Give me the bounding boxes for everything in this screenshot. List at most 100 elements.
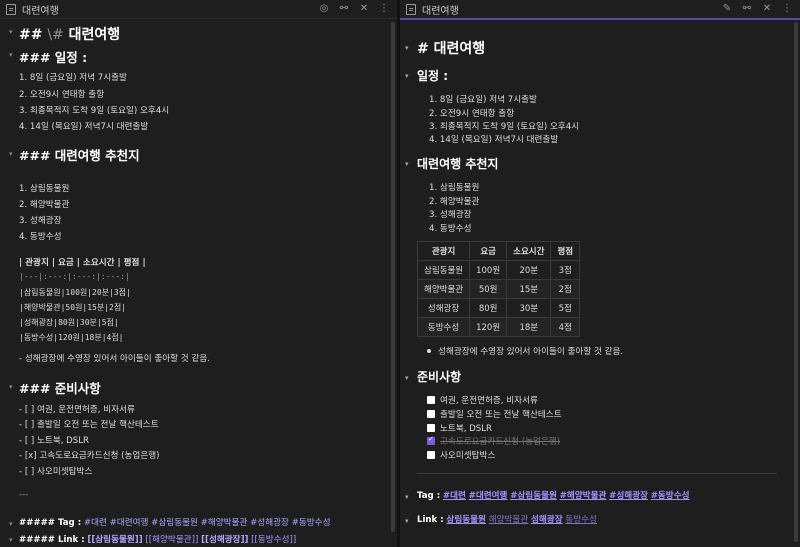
wikilink[interactable]: [[해양박물관]]	[145, 535, 198, 545]
document-icon	[6, 3, 16, 15]
table-row: 동방수성 120원 18분 4점	[416, 317, 581, 337]
more-icon[interactable]: ⋮	[780, 2, 794, 16]
table-header: 소요시간	[506, 241, 552, 261]
left-scrollbar[interactable]	[391, 22, 395, 532]
h2-text: 대련여행	[68, 27, 121, 43]
attractions-table: 관광지 요금 소요시간 평점 삼림동물원 100원 20분 3점 해양박물관 5…	[416, 241, 581, 337]
tag-label: Tag :	[417, 491, 441, 501]
internal-link[interactable]: 동방수성	[565, 515, 597, 525]
fold-icon[interactable]: ▾	[405, 517, 409, 525]
horizontal-rule	[417, 473, 777, 474]
tag-link[interactable]: #동방수성	[651, 491, 690, 501]
source-rule: ---	[19, 490, 29, 500]
task-label: 노트북, DSLR	[440, 424, 493, 434]
fold-icon[interactable]: ▾	[405, 72, 409, 80]
source-list-item: 1. 8일 (금요일) 저녁 7시출발	[19, 73, 127, 83]
task-checkbox[interactable]	[427, 410, 435, 418]
tag-items[interactable]: #대련 #대련여행 #삼림동물원 #해양박물관 #성해광장 #동방수성	[84, 518, 331, 528]
close-icon[interactable]: ✕	[357, 2, 371, 16]
table-cell: 18분	[506, 317, 552, 337]
source-h3-schedule: ### 일정 :	[19, 50, 88, 65]
preview-list-item: 2. 오전9시 연태항 출항	[429, 109, 515, 119]
fold-icon[interactable]: ▾	[9, 520, 13, 528]
table-cell: 4점	[550, 317, 581, 337]
close-icon[interactable]: ✕	[760, 2, 774, 16]
h2-mark: ##	[19, 27, 43, 43]
task-checkbox-checked[interactable]	[427, 435, 435, 445]
table-header-row: 관광지 요금 소요시간 평점	[416, 241, 581, 261]
tag-link[interactable]: #성해광장	[609, 491, 648, 501]
document-icon	[406, 3, 416, 15]
table-cell: 2점	[550, 279, 581, 299]
table-row: 성해광장 80원 30분 5점	[416, 298, 581, 318]
table-cell: 5점	[550, 298, 581, 318]
source-task: - [ ] 노트북, DSLR	[19, 436, 90, 446]
wikilink[interactable]: [[성해광장]]	[201, 535, 248, 545]
table-cell: 해양박물관	[416, 279, 471, 299]
link-label: Link :	[417, 515, 444, 525]
table-cell: 삼림동물원	[416, 260, 471, 280]
table-cell: 성해광장	[416, 298, 471, 318]
preview-h-schedule: 일정 :	[417, 69, 449, 83]
source-tag-line: ##### Tag : #대련 #대련여행 #삼림동물원 #해양박물관 #성해광…	[19, 516, 331, 528]
left-tab-title: 대련여행	[22, 5, 59, 17]
table-cell: 20분	[506, 260, 552, 280]
source-table-line: |삼림동물원|100원|20분|3점|	[19, 288, 131, 297]
wikilink[interactable]: [[동방수성]]	[251, 535, 296, 545]
table-header: 요금	[469, 241, 508, 261]
right-scrollbar[interactable]	[794, 22, 798, 542]
fold-icon[interactable]: ▾	[9, 536, 13, 544]
tag-link[interactable]: #해양박물관	[560, 491, 607, 501]
internal-link[interactable]: 성해광장	[531, 515, 563, 525]
task-checkbox[interactable]	[427, 396, 435, 404]
preview-list-item: 2. 해양박물관	[429, 197, 480, 207]
internal-link[interactable]: 해양박물관	[489, 515, 529, 525]
tag-link[interactable]: #대련여행	[469, 491, 508, 501]
preview-h-reco: 대련여행 추천지	[417, 157, 499, 171]
fold-icon[interactable]: ▾	[405, 160, 409, 168]
right-tab-header: 대련여행 ✎ ⚯ ✕ ⋮	[400, 0, 800, 20]
table-header: 평점	[550, 241, 581, 261]
table-cell: 50원	[469, 279, 508, 299]
tag-prefix: ##### Tag :	[19, 518, 82, 528]
table-cell: 100원	[469, 260, 508, 280]
fold-icon[interactable]: ▾	[405, 493, 409, 501]
bullet-icon	[427, 349, 431, 353]
edit-icon[interactable]: ✎	[720, 2, 734, 16]
task-label-done: 고속도로요금카드신청 (농업은행)	[440, 437, 561, 447]
task-checkbox[interactable]	[427, 424, 435, 432]
table-cell: 15분	[506, 279, 552, 299]
link-icon[interactable]: ⚯	[740, 2, 754, 16]
right-tab-title: 대련여행	[422, 5, 459, 17]
table-cell: 80원	[469, 298, 508, 318]
preview-note: 성해광장에 수영장 있어서 아이들이 좋아할 것 같음.	[438, 347, 624, 357]
source-table-line: |성해광장|80원|30분|5점|	[19, 318, 119, 327]
internal-link[interactable]: 삼림동물원	[446, 515, 486, 525]
left-tab-header: 대련여행 ◎ ⚯ ✕ ⋮	[0, 0, 397, 19]
preview-h1: # 대련여행	[417, 41, 486, 57]
fold-icon[interactable]: ▾	[9, 150, 13, 158]
tag-link[interactable]: #대련	[443, 491, 466, 501]
preview-list-item: 1. 8일 (금요일) 저녁 7시출발	[429, 95, 537, 105]
task-label: 사오미셋탑박스	[440, 451, 496, 461]
fold-icon[interactable]: ▾	[9, 28, 13, 36]
wikilink[interactable]: [[삼림동물원]]	[87, 535, 142, 545]
source-h2: ## \# 대련여행	[19, 24, 120, 44]
task-label: 출발일 오전 또는 전날 핵산테스트	[440, 410, 562, 420]
fold-icon[interactable]: ▾	[405, 44, 409, 52]
preview-tag-line: Tag : #대련 #대련여행 #삼림동물원 #해양박물관 #성해광장 #동방수…	[417, 489, 690, 501]
tag-link[interactable]: #삼림동물원	[510, 491, 557, 501]
fold-icon[interactable]: ▾	[9, 51, 13, 59]
preview-list-item: 3. 최종목적지 도착 9일 (토요일) 오후4시	[429, 122, 580, 132]
fold-icon[interactable]: ▾	[9, 383, 13, 391]
link-icon[interactable]: ⚯	[337, 2, 351, 16]
source-list-item: 1. 삼림동물원	[19, 184, 70, 194]
task-checkbox[interactable]	[427, 451, 435, 459]
source-h3-prep: ### 준비사항	[19, 381, 101, 396]
reading-glasses-icon[interactable]: ◎	[317, 2, 331, 16]
fold-icon[interactable]: ▾	[405, 374, 409, 382]
source-table-line: |---|:---:|:---:|:---:|	[19, 272, 130, 281]
more-icon[interactable]: ⋮	[377, 2, 391, 16]
table-row: 삼림동물원 100원 20분 3점	[416, 260, 581, 280]
preview-list-item: 3. 성해광장	[429, 210, 472, 220]
